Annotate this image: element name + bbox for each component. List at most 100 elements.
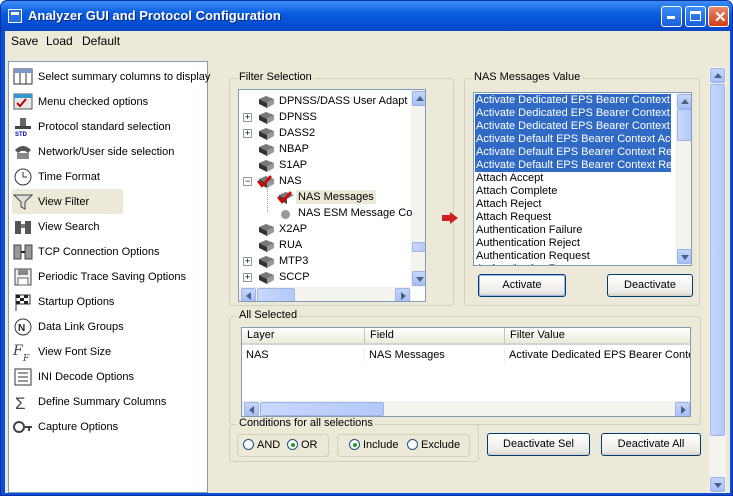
cell-layer: NAS xyxy=(243,347,365,363)
deactivate-sel-button[interactable]: Deactivate Sel xyxy=(487,433,590,456)
values-listbox[interactable]: Authentication ResponseAuthentication Re… xyxy=(473,92,692,266)
sidebar-item-view-filter[interactable]: View Filter xyxy=(12,189,123,214)
table-scroll-right-button[interactable] xyxy=(675,402,690,416)
maximize-button[interactable] xyxy=(685,6,706,27)
tree-node[interactable]: + MTP3 xyxy=(239,254,411,270)
radio-include[interactable]: Include xyxy=(349,439,398,451)
list-item[interactable]: Activate Dedicated EPS Bearer Context R xyxy=(475,107,671,120)
column-header-filter-value[interactable]: Filter Value xyxy=(505,328,690,345)
sidebar-item-data-link-groups[interactable]: N Data Link Groups xyxy=(12,314,207,339)
tree-node[interactable]: NBAP xyxy=(239,142,411,158)
sidebar-item-select-summary-columns-to-display[interactable]: Select summary columns to display xyxy=(12,64,210,89)
tree-expander-icon[interactable]: − xyxy=(243,177,252,186)
values-scroll-down-button[interactable] xyxy=(677,249,691,264)
startup-flag-icon xyxy=(12,292,34,312)
values-scroll-up-button[interactable] xyxy=(677,94,691,109)
sidebar-item-menu-checked-options[interactable]: Menu checked options xyxy=(12,89,207,114)
panel-vertical-scrollbar[interactable] xyxy=(709,67,726,493)
tree-node[interactable]: RUA xyxy=(239,238,411,254)
activate-button[interactable]: Activate xyxy=(478,274,566,297)
tree-node[interactable]: + DPNSS xyxy=(239,110,411,126)
sidebar-item-tcp-connection-options[interactable]: TCP Connection Options xyxy=(12,239,207,264)
sidebar-item-protocol-standard-selection[interactable]: STD Protocol standard selection xyxy=(12,114,207,139)
list-item[interactable]: Attach Complete xyxy=(475,185,671,198)
tree-expander-icon[interactable]: + xyxy=(243,257,252,266)
sidebar-item-ini-decode-options[interactable]: INI Decode Options xyxy=(12,364,207,389)
panel-scroll-thumb[interactable] xyxy=(710,84,725,436)
menu-save[interactable]: Save xyxy=(11,34,38,48)
values-scroll-thumb[interactable] xyxy=(677,109,691,141)
sidebar-item-time-format[interactable]: Time Format xyxy=(12,164,207,189)
protocol-tree[interactable]: DPNSS/DASS User Adapt + DPNSS + DASS2 NBAP S1A… xyxy=(238,89,426,302)
tree-node-label: NBAP xyxy=(279,143,309,155)
tree-horizontal-scrollbar[interactable] xyxy=(239,287,411,301)
tree-node[interactable]: + DASS2 xyxy=(239,126,411,142)
deactivate-button[interactable]: Deactivate xyxy=(607,274,693,297)
list-item[interactable]: Authentication Reject xyxy=(475,237,671,250)
book-icon xyxy=(257,255,275,268)
list-item[interactable]: Authentication Request xyxy=(475,250,671,263)
tree-node[interactable]: S1AP xyxy=(239,158,411,174)
tree-vertical-scrollbar[interactable] xyxy=(411,90,425,287)
list-item[interactable]: Activate Dedicated EPS Bearer Context R xyxy=(475,120,671,133)
values-vertical-scrollbar[interactable] xyxy=(676,93,691,265)
ini-decode-icon xyxy=(12,367,34,387)
tree-node[interactable]: + SCCP xyxy=(239,270,411,286)
tree-node-label: NAS ESM Message Co xyxy=(298,207,413,219)
tree-scroll-down-button[interactable] xyxy=(412,271,425,286)
title-bar[interactable]: Analyzer GUI and Protocol Configuration … xyxy=(1,1,732,31)
radio-include-circle[interactable] xyxy=(349,439,360,450)
list-item[interactable]: Authentication Failure xyxy=(475,224,671,237)
sidebar-item-startup-options[interactable]: Startup Options xyxy=(12,289,207,314)
list-item[interactable]: Attach Request xyxy=(475,211,671,224)
all-selected-table[interactable]: Layer Field Filter Value NAS NAS Message… xyxy=(241,327,691,417)
panel-scroll-down-button[interactable] xyxy=(710,477,725,492)
list-item[interactable]: Activate Dedicated EPS Bearer Context A xyxy=(475,94,671,107)
tree-expander-icon[interactable]: + xyxy=(243,113,252,122)
table-horizontal-scrollbar[interactable] xyxy=(242,401,690,416)
menu-load[interactable]: Load xyxy=(46,34,73,48)
book-icon xyxy=(257,159,275,172)
tree-scroll-thumb[interactable] xyxy=(412,242,425,252)
close-button[interactable]: ✕ xyxy=(708,6,729,27)
tree-hscroll-thumb[interactable] xyxy=(257,288,295,301)
tree-node[interactable]: − NAS xyxy=(239,174,411,190)
tree-node[interactable]: NAS Messages xyxy=(239,190,411,206)
sidebar-item-periodic-trace-saving-options[interactable]: Periodic Trace Saving Options xyxy=(12,264,207,289)
menu-default[interactable]: Default xyxy=(82,34,120,48)
list-item[interactable]: Activate Default EPS Bearer Context Acc xyxy=(475,133,671,146)
radio-and-circle[interactable] xyxy=(243,439,254,450)
sidebar-item-define-summary-columns[interactable]: Σ Define Summary Columns xyxy=(12,389,207,414)
tree-node-label: DPNSS/DASS User Adapt xyxy=(279,95,408,107)
list-item[interactable]: Attach Reject xyxy=(475,198,671,211)
tree-scroll-left-button[interactable] xyxy=(241,288,256,301)
radio-or-circle[interactable] xyxy=(287,439,298,450)
list-item[interactable]: Activate Default EPS Bearer Context Req xyxy=(475,159,671,172)
column-header-field[interactable]: Field xyxy=(365,328,505,345)
arrow-right-icon xyxy=(442,212,458,227)
list-item[interactable]: Attach Accept xyxy=(475,172,671,185)
radio-exclude-circle[interactable] xyxy=(407,439,418,450)
tree-expander-icon[interactable]: + xyxy=(243,129,252,138)
tree-scroll-right-button[interactable] xyxy=(395,288,410,301)
list-item[interactable]: Activate Default EPS Bearer Context Reje xyxy=(475,146,671,159)
radio-exclude[interactable]: Exclude xyxy=(407,439,460,451)
tree-node[interactable]: X2AP xyxy=(239,222,411,238)
table-hscroll-thumb[interactable] xyxy=(260,402,384,416)
tree-expander-icon[interactable]: + xyxy=(243,273,252,282)
column-header-layer[interactable]: Layer xyxy=(242,328,365,345)
radio-or[interactable]: OR xyxy=(287,439,318,451)
list-item[interactable]: Authentication Response xyxy=(475,263,671,265)
sidebar-item-view-font-size[interactable]: F F View Font Size xyxy=(12,339,207,364)
panel-scroll-up-button[interactable] xyxy=(710,68,725,83)
sidebar-item-network-user-side-selection[interactable]: Network/User side selection xyxy=(12,139,207,164)
sidebar-item-capture-options[interactable]: Capture Options xyxy=(12,414,207,439)
deactivate-all-button[interactable]: Deactivate All xyxy=(601,433,701,456)
radio-and[interactable]: AND xyxy=(243,439,280,451)
sidebar-item-view-search[interactable]: View Search xyxy=(12,214,207,239)
tree-scroll-up-button[interactable] xyxy=(412,91,425,106)
tree-node[interactable]: DPNSS/DASS User Adapt xyxy=(239,94,411,110)
minimize-button[interactable] xyxy=(661,6,682,27)
table-scroll-left-button[interactable] xyxy=(244,402,259,416)
tree-node[interactable]: NAS ESM Message Co xyxy=(239,206,413,222)
